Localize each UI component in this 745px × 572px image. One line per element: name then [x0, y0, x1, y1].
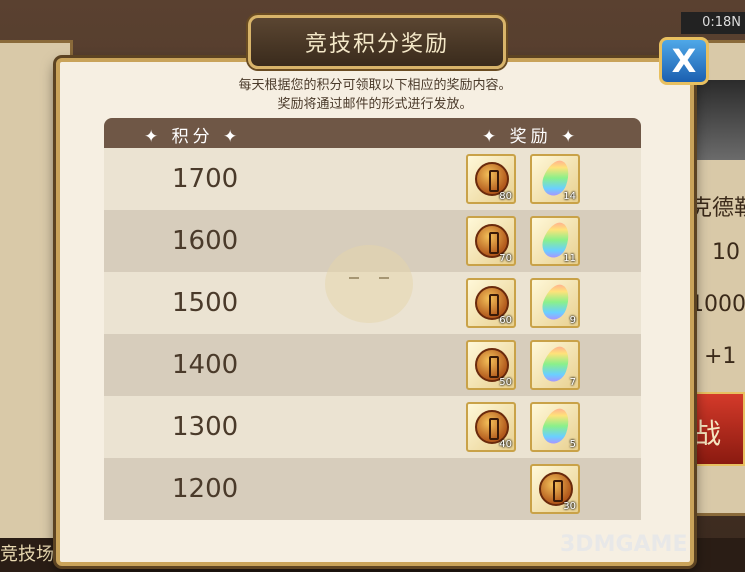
- dialog-title: 竞技积分奖励: [304, 32, 449, 57]
- reward-item[interactable]: 11: [530, 216, 580, 266]
- reward-item[interactable]: 70: [466, 216, 516, 266]
- opponent-value-1: 10: [712, 240, 740, 265]
- header-reward: ✦ 奖励 ✦: [482, 127, 580, 147]
- table-row: 1700 80 14: [104, 148, 641, 210]
- mascot-watermark: [325, 245, 413, 323]
- timer-display: 0:18N: [681, 12, 745, 34]
- reward-item[interactable]: 40: [466, 402, 516, 452]
- reward-quantity: 40: [499, 439, 512, 450]
- reward-item[interactable]: 9: [530, 278, 580, 328]
- reward-quantity: 50: [499, 377, 512, 388]
- table-row: 1300 40 5: [104, 396, 641, 458]
- reward-item[interactable]: 80: [466, 154, 516, 204]
- reward-item[interactable]: 7: [530, 340, 580, 390]
- reward-item[interactable]: 14: [530, 154, 580, 204]
- score-value: 1400: [172, 350, 239, 380]
- reward-item[interactable]: 60: [466, 278, 516, 328]
- rainbow-gem-icon: [538, 404, 574, 448]
- rainbow-gem-icon: [538, 342, 574, 386]
- opponent-value-2: 1000: [690, 292, 745, 317]
- score-value: 1300: [172, 412, 239, 442]
- reward-quantity: 9: [569, 315, 576, 326]
- reward-item[interactable]: 5: [530, 402, 580, 452]
- reward-item[interactable]: 50: [466, 340, 516, 390]
- reward-quantity: 5: [569, 439, 576, 450]
- rainbow-gem-icon: [538, 280, 574, 324]
- reward-quantity: 7: [569, 377, 576, 388]
- reward-quantity: 11: [563, 253, 576, 264]
- site-watermark: 3DMGAME: [560, 532, 688, 557]
- reward-quantity: 30: [563, 501, 576, 512]
- table-row: 1200 30: [104, 458, 641, 520]
- table-row: 1400 50 7: [104, 334, 641, 396]
- reward-quantity: 14: [563, 191, 576, 202]
- battle-button[interactable]: 战: [685, 392, 745, 466]
- dialog-title-plate: 竞技积分奖励: [248, 15, 506, 69]
- reward-item[interactable]: 30: [530, 464, 580, 514]
- opponent-value-3: +1: [704, 344, 737, 369]
- score-value: 1200: [172, 474, 239, 504]
- description-line-2: 奖励将通过邮件的形式进行发放。: [277, 97, 473, 112]
- description-line-1: 每天根据您的积分可领取以下相应的奖励内容。: [238, 78, 512, 93]
- score-value: 1700: [172, 164, 239, 194]
- reward-quantity: 70: [499, 253, 512, 264]
- reward-quantity: 80: [499, 191, 512, 202]
- table-header: ✦ 积分 ✦ ✦ 奖励 ✦: [104, 118, 641, 148]
- opponent-avatar: [690, 80, 745, 160]
- reward-quantity: 60: [499, 315, 512, 326]
- score-value: 1600: [172, 226, 239, 256]
- arena-label: 竞技场: [0, 544, 54, 565]
- battle-button-label: 战: [693, 417, 722, 450]
- score-value: 1500: [172, 288, 239, 318]
- header-score: ✦ 积分 ✦: [144, 127, 242, 147]
- opponent-name: 克德勒: [690, 196, 745, 221]
